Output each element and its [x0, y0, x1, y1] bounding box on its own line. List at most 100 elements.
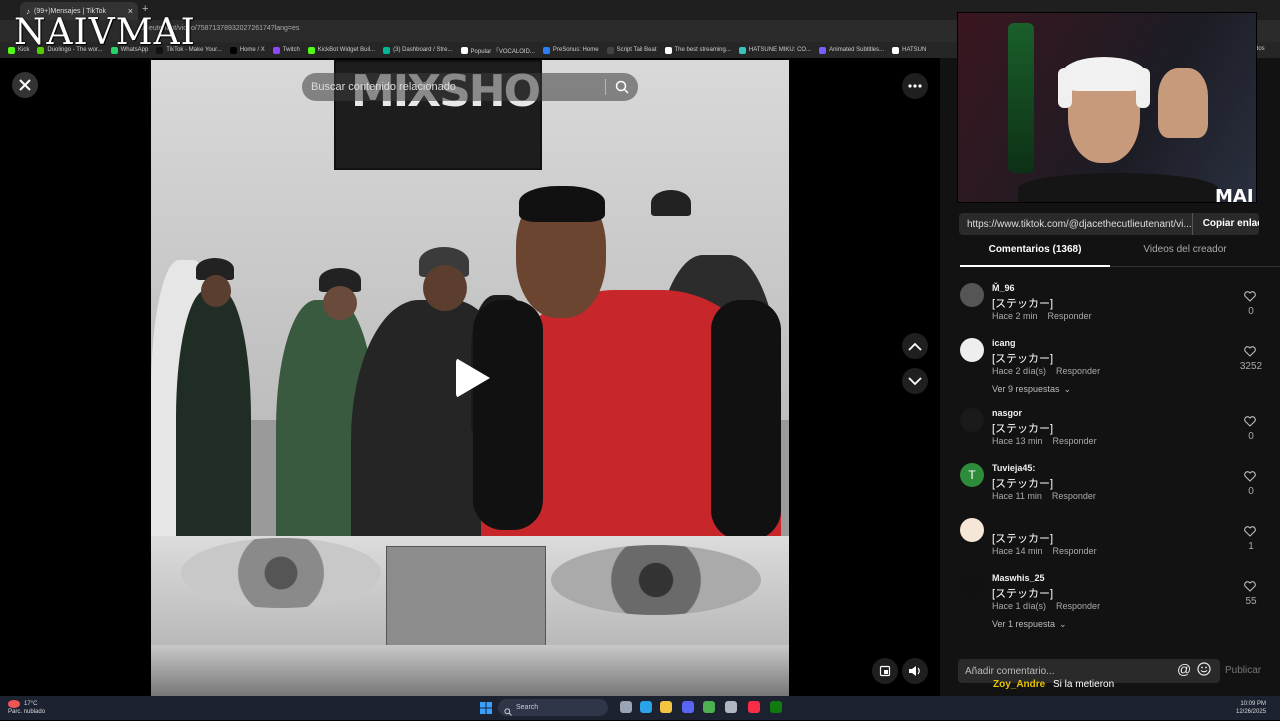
bookmark-icon [664, 46, 672, 54]
bookmark-item[interactable]: Home / X [229, 46, 265, 54]
comment-time: Hace 2 min [992, 311, 1038, 321]
bookmark-label: Home / X [239, 47, 265, 53]
chrome-icon[interactable] [703, 701, 715, 713]
comment-avatar[interactable] [960, 283, 984, 307]
comment-username[interactable]: M̌_96 [992, 283, 1015, 293]
play-icon[interactable] [456, 358, 490, 398]
heart-icon[interactable] [1244, 581, 1256, 595]
comment-avatar[interactable] [960, 338, 984, 362]
tab-comments[interactable]: Comentarios (1368) [960, 244, 1110, 255]
comment-time: Hace 1 día(s) [992, 601, 1047, 611]
bookmark-label: HATSUNE MIKU: CO... [748, 47, 812, 53]
reply-button[interactable]: Responder [1048, 311, 1092, 321]
comment-avatar[interactable] [960, 408, 984, 432]
bookmark-item[interactable]: Popular 「VOCALOID... [460, 46, 535, 55]
comment-avatar[interactable] [960, 573, 984, 597]
publish-button[interactable]: Publicar [1225, 665, 1261, 676]
bookmark-item[interactable]: Twitch [272, 46, 300, 54]
bookmark-item[interactable]: KickBot Widget Buil... [307, 46, 375, 54]
like-count: 55 [1245, 596, 1257, 607]
more-options-button[interactable] [902, 73, 928, 99]
view-replies-button[interactable]: Ver 9 respuestas ⌄ [992, 384, 1071, 395]
comment-avatar[interactable]: T [960, 463, 984, 487]
comment-text: [ステッカー] [992, 588, 1054, 600]
bookmark-item[interactable]: PreSonus: Home [542, 46, 599, 54]
volume-button[interactable] [902, 658, 928, 684]
taskbar-search[interactable]: Search [498, 699, 608, 716]
share-link-text[interactable]: https://www.tiktok.com/@djacethecutlieut… [967, 219, 1192, 230]
music-icon[interactable] [748, 701, 760, 713]
system-clock[interactable]: 10:09 PM 12/26/2025 [1236, 700, 1266, 716]
comment-placeholder: Añadir comentario... [965, 665, 1055, 677]
bookmark-item[interactable]: HATSUNE MIKU: CO... [738, 46, 812, 54]
like-count: 0 [1248, 431, 1254, 442]
dj-sleeve [711, 300, 781, 540]
close-icon [19, 79, 31, 91]
comment-item: T Tuvieja45: [ステッカー] Hace 11 min Responder 0 [960, 463, 1266, 513]
task-view-icon[interactable] [620, 701, 632, 713]
heart-icon[interactable] [1244, 291, 1256, 305]
heart-icon[interactable] [1244, 416, 1256, 430]
person-head [423, 265, 467, 311]
edge-icon[interactable] [640, 701, 652, 713]
share-link-box[interactable]: https://www.tiktok.com/@djacethecutlieut… [959, 213, 1259, 235]
chat-message: Si la metieron [1053, 679, 1115, 690]
settings-icon[interactable] [725, 701, 737, 713]
emoji-icon[interactable] [1197, 662, 1211, 681]
comment-text: [ステッカー] [992, 298, 1054, 310]
comment-username[interactable]: nasgor [992, 408, 1022, 418]
search-icon[interactable] [614, 79, 630, 95]
discord-icon[interactable] [682, 701, 694, 713]
reply-button[interactable]: Responder [1056, 601, 1100, 611]
comment-username[interactable]: icang [992, 338, 1016, 348]
start-icon[interactable] [480, 701, 492, 714]
next-video-button[interactable] [902, 368, 928, 394]
close-button[interactable] [12, 72, 38, 98]
heart-icon[interactable] [1244, 471, 1256, 485]
weather-desc: Parc. nublado [8, 709, 46, 715]
copy-link-button[interactable]: Copiar enlace [1191, 213, 1259, 235]
dj-mixer [386, 546, 546, 646]
file-explorer-icon[interactable] [660, 701, 672, 713]
active-tab-indicator [960, 265, 1110, 267]
turntable-platter [181, 538, 381, 608]
previous-video-button[interactable] [902, 333, 928, 359]
comment-username[interactable]: Tuvieja45: [992, 463, 1035, 473]
comment-avatar[interactable] [960, 518, 984, 542]
bookmark-item[interactable]: Script Tail Beat [606, 46, 657, 54]
heart-icon[interactable] [1244, 526, 1256, 540]
reply-button[interactable]: Responder [1053, 436, 1097, 446]
comment-text: [ステッカー] [992, 478, 1054, 490]
reply-button[interactable]: Responder [1052, 491, 1096, 501]
table-edge [151, 645, 789, 696]
tab-creator-videos[interactable]: Videos del creador [1110, 244, 1260, 255]
comment-time: Hace 2 día(s) [992, 366, 1047, 376]
mention-icon[interactable]: @ [1177, 661, 1191, 677]
heart-icon[interactable] [1244, 346, 1256, 360]
chat-overlay: Zoy_Andre Si la metieron [993, 679, 1114, 690]
bookmark-label: The best streaming... [674, 47, 731, 53]
comment-username[interactable]: Maswhis_25 [992, 573, 1045, 583]
headphones-icon [1136, 68, 1150, 108]
comment-item: nasgor [ステッカー] Hace 13 min Responder 0 [960, 408, 1266, 458]
reply-button[interactable]: Responder [1053, 546, 1097, 556]
bookmark-item[interactable]: Animated Subtitles... [819, 46, 884, 54]
person-head [323, 286, 357, 320]
view-replies-button[interactable]: Ver 1 respuesta ⌄ [992, 619, 1067, 630]
related-search-input[interactable]: Buscar contenido relacionado [302, 73, 638, 101]
bookmark-item[interactable]: (3) Dashboard / Stre... [383, 46, 453, 54]
picture-in-picture-button[interactable] [872, 658, 898, 684]
bookmark-label: Script Tail Beat [616, 47, 657, 53]
comment-item: Maswhis_25 [ステッカー] Hace 1 día(s) Responder 5… [960, 573, 1266, 629]
webcam-person-shirt [1018, 173, 1218, 202]
clock-time: 10:09 PM [1240, 701, 1267, 707]
bookmark-icon [819, 46, 827, 54]
comment-meta: Hace 11 min Responder [992, 491, 1106, 501]
comment-meta: Hace 1 día(s) Responder [992, 601, 1110, 611]
taskbar-search-label: Search [516, 704, 539, 711]
bookmark-item[interactable]: HATSUN [892, 46, 926, 54]
comment-text: [ステッカー] [992, 533, 1054, 545]
xbox-icon[interactable] [770, 701, 782, 713]
bookmark-item[interactable]: The best streaming... [664, 46, 731, 54]
reply-button[interactable]: Responder [1056, 366, 1100, 376]
